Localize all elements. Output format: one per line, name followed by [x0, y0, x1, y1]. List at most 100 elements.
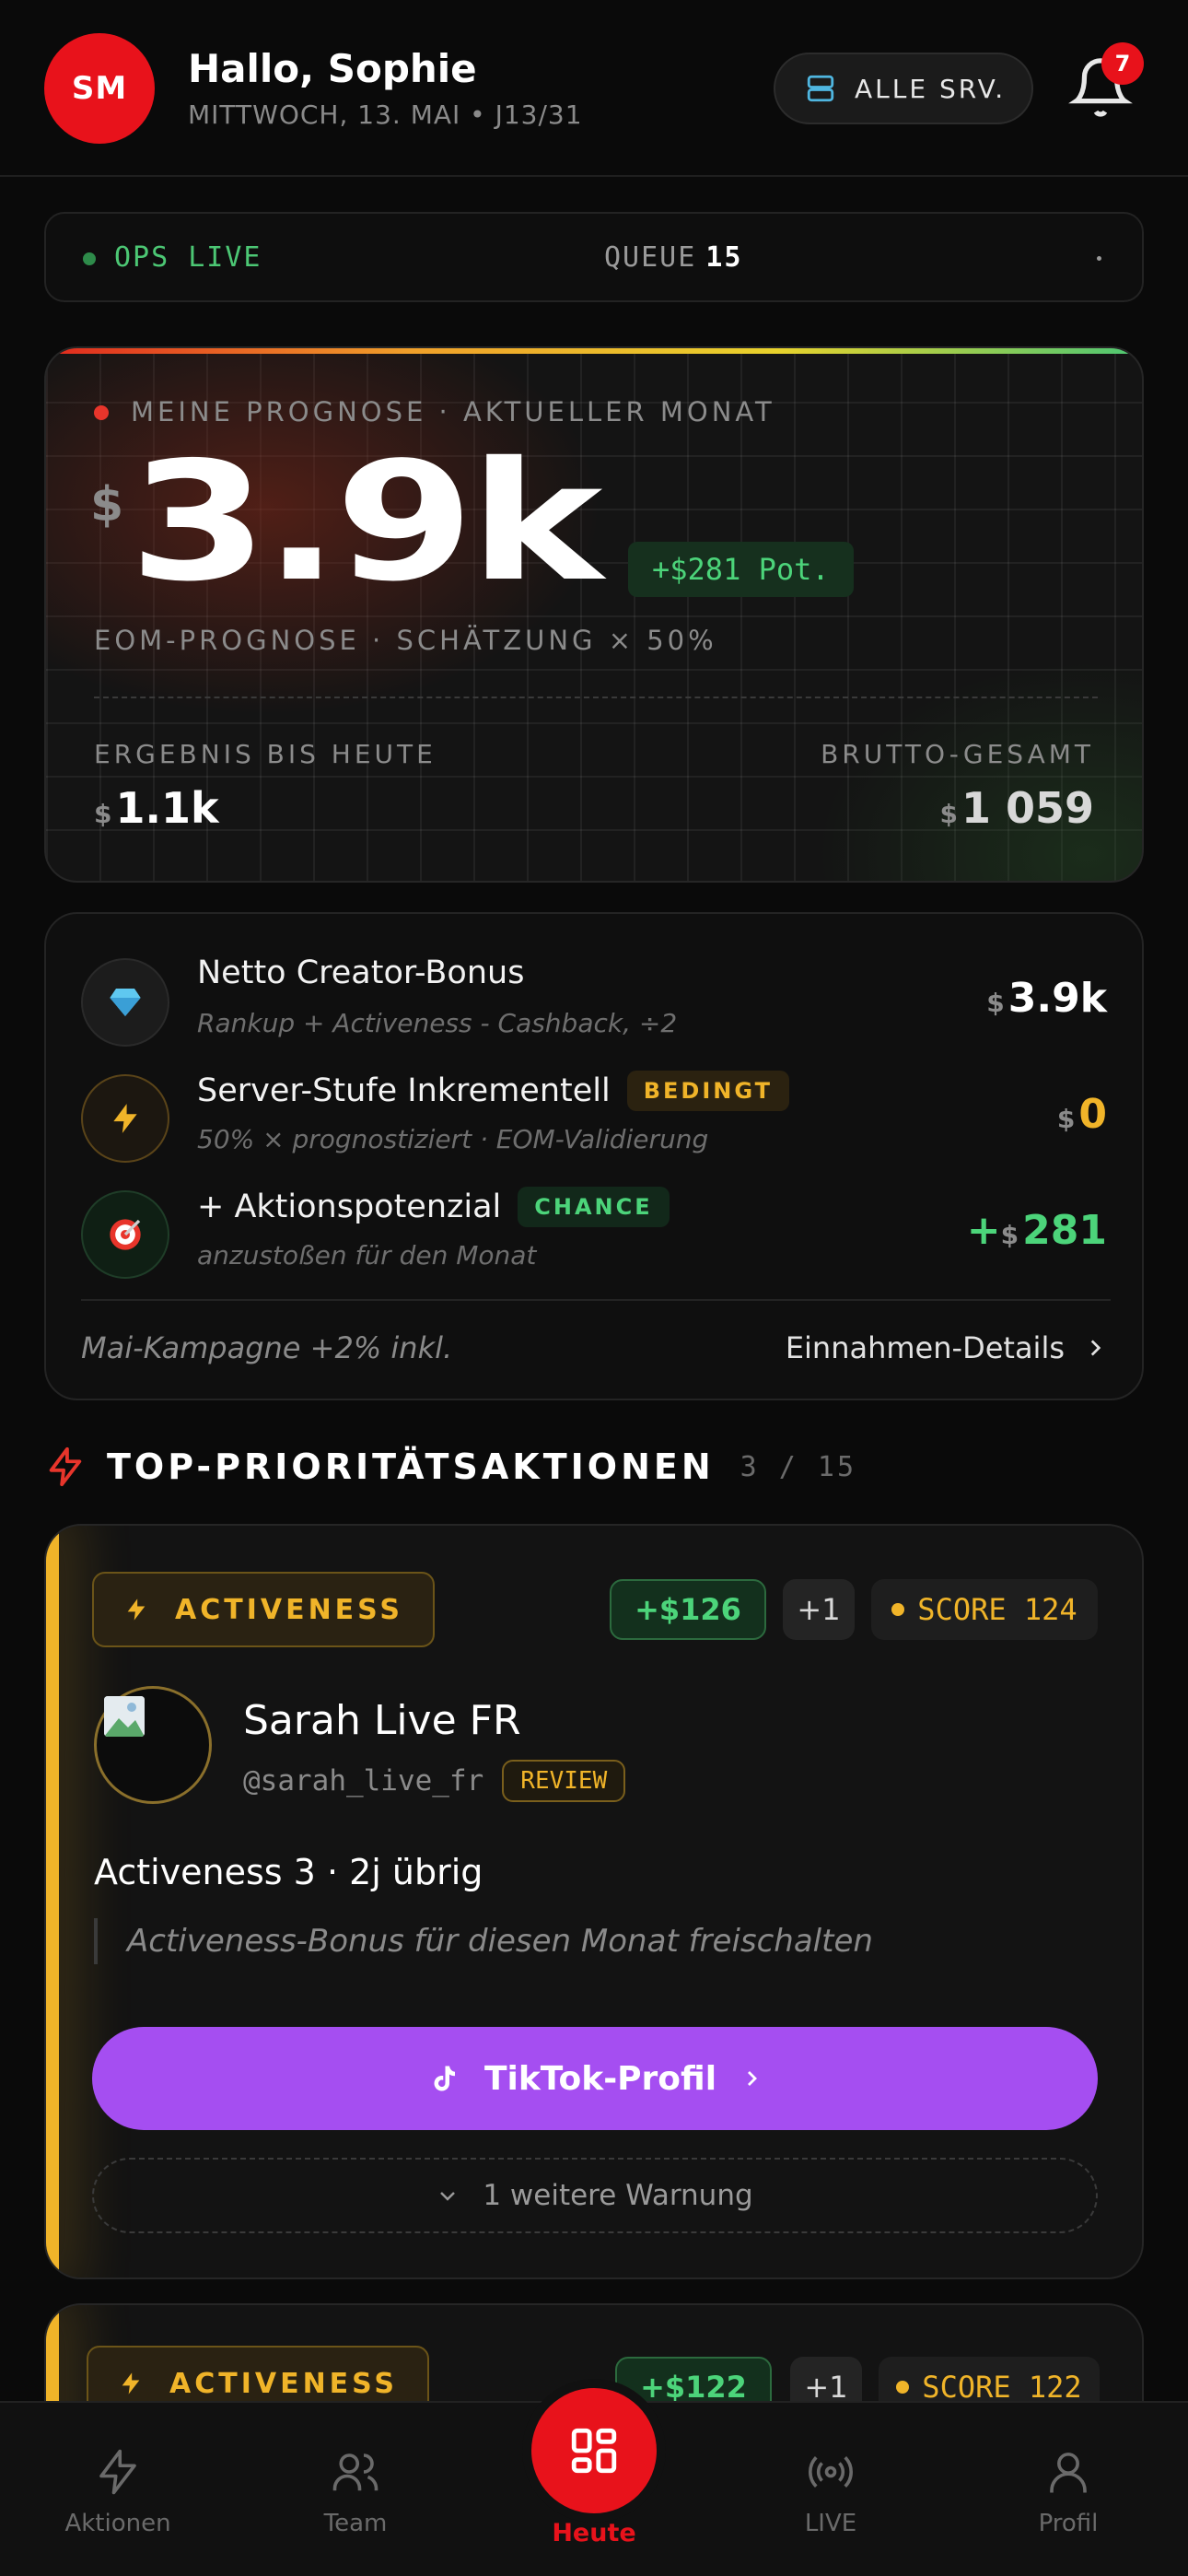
diamond-icon [81, 958, 169, 1047]
score-label: SCORE 122 [922, 2370, 1082, 2405]
priority-stripe [46, 1526, 59, 2277]
bonus-title: + Aktionspotenzial CHANCE [197, 1187, 670, 1227]
users-icon [332, 2453, 379, 2491]
bonus-row-net-creator[interactable]: Netto Creator-Bonus Rankup + Activeness … [46, 949, 1142, 1050]
broadcast-icon [809, 2455, 853, 2488]
bonus-currency: $ [1056, 1104, 1076, 1134]
gross-currency: $ [939, 799, 958, 829]
bonus-title-text: Netto Creator-Bonus [197, 954, 525, 991]
nav-label: LIVE [804, 2510, 857, 2537]
category-tag: ACTIVENESS [92, 1572, 436, 1647]
bonus-value: $0 [1057, 1091, 1107, 1138]
action-headline: Activeness 3 · 2j übrig [94, 1852, 483, 1892]
bonus-currency: $ [986, 988, 1005, 1018]
conditional-tag: BEDINGT [626, 1071, 789, 1111]
server-icon [807, 75, 834, 102]
user-icon [1050, 2453, 1087, 2493]
chance-tag: CHANCE [518, 1187, 670, 1227]
nav-item-profile[interactable]: Profil [976, 2403, 1160, 2576]
score-badge: SCORE 124 [871, 1579, 1098, 1640]
live-dot [83, 252, 96, 265]
nav-item-today[interactable] [531, 2388, 657, 2513]
lightning-icon [99, 2449, 136, 2495]
user-avatar[interactable]: SM [44, 33, 155, 144]
forecast-divider [94, 697, 1098, 698]
bonus-value: $3.9k [986, 975, 1107, 1022]
queue-value: 15 [705, 241, 743, 274]
creator-avatar[interactable] [94, 1686, 212, 1804]
nav-label: Profil [1038, 2510, 1099, 2537]
bonus-divider [81, 1299, 1111, 1301]
money-badge: +$126 [610, 1579, 766, 1640]
nav-label-today: Heute [552, 2519, 636, 2547]
ops-status-bar: OPS LIVE QUEUE 15 [44, 212, 1144, 302]
section-title: TOP-PRIORITÄTSAKTIONEN [107, 1446, 715, 1487]
priority-actions-header: TOP-PRIORITÄTSAKTIONEN 3 / 15 [44, 1439, 856, 1494]
section-count: 3 / 15 [740, 1450, 857, 1483]
more-warnings-toggle[interactable]: 1 weitere Warnung [92, 2158, 1098, 2233]
nav-item-live[interactable]: LIVE [739, 2403, 923, 2576]
result-amount: 1.1k [115, 783, 219, 833]
score-dot [891, 1603, 905, 1616]
nav-item-team[interactable]: Team [263, 2403, 448, 2576]
gross-label: BRUTTO-GESAMT [821, 739, 1094, 769]
result-currency: $ [94, 799, 112, 829]
chevron-down-icon [440, 2192, 456, 2201]
bonus-row-action-potential[interactable]: + Aktionspotenzial CHANCE anzustoßen für … [46, 1181, 1142, 1282]
action-card[interactable]: ACTIVENESS +$126 +1 SCORE 124 Sarah Live… [44, 1524, 1144, 2279]
tiktok-icon [434, 2066, 455, 2091]
forecast-potential-badge: +$281 Pot. [628, 542, 854, 597]
gross-value: $1 059 [939, 783, 1094, 833]
bonus-value: +$281 [967, 1207, 1107, 1254]
bonus-title-text: Server-Stufe Inkrementell [197, 1072, 611, 1109]
broken-image-icon [104, 1696, 145, 1737]
bonus-currency: $ [1000, 1220, 1019, 1250]
queue-counter: QUEUE 15 [604, 241, 742, 274]
lightning-icon [81, 1074, 169, 1163]
queue-label: QUEUE [604, 241, 697, 274]
nav-item-actions[interactable]: Aktionen [26, 2403, 210, 2576]
forecast-card[interactable]: MEINE PROGNOSE · AKTUELLER MONAT $ 3.9k … [44, 346, 1144, 883]
forecast-value: 3.9k [129, 427, 602, 617]
result-label: ERGEBNIS BIS HEUTE [94, 739, 437, 769]
target-icon [81, 1190, 169, 1279]
dashboard-icon [571, 2428, 617, 2474]
nav-label: Team [323, 2510, 388, 2537]
bonus-breakdown-card: Netto Creator-Bonus Rankup + Activeness … [44, 912, 1144, 1400]
revenue-details-label: Einnahmen-Details [785, 1330, 1065, 1365]
result-value: $1.1k [94, 783, 219, 833]
action-description: Activeness-Bonus für diesen Monat freisc… [94, 1918, 873, 1964]
bonus-amount: 281 [1022, 1207, 1107, 1254]
ops-live-label: OPS LIVE [114, 241, 262, 274]
date-label: MITTWOCH, 13. MAI • J13/31 [188, 100, 583, 130]
forecast-dot [94, 405, 109, 420]
score-dot [896, 2381, 910, 2394]
plus-badge: +1 [783, 1579, 855, 1640]
lightning-icon [127, 1598, 146, 1621]
chevron-right-icon [1090, 1340, 1101, 1356]
forecast-gradient-bar [46, 348, 1142, 354]
tiktok-profile-button[interactable]: TikTok-Profil [92, 2027, 1098, 2130]
app-header: SM Hallo, Sophie MITTWOCH, 13. MAI • J13… [0, 0, 1188, 177]
creator-handle: @sarah_live_fr [243, 1764, 484, 1797]
forecast-subtitle: EOM-PROGNOSE · SCHÄTZUNG × 50% [94, 625, 717, 656]
lightning-icon [122, 2372, 140, 2395]
server-filter-button[interactable]: ALLE SRV. [774, 53, 1033, 124]
more-warnings-label: 1 weitere Warnung [483, 2179, 753, 2212]
bonus-prefix: + [966, 1207, 1001, 1254]
forecast-currency: $ [90, 477, 124, 533]
score-label: SCORE 124 [917, 1592, 1077, 1627]
notification-badge: 7 [1101, 42, 1144, 85]
ops-indicator [1097, 256, 1101, 261]
bonus-row-server-tier[interactable]: Server-Stufe Inkrementell BEDINGT 50% × p… [46, 1065, 1142, 1166]
forecast-label: MEINE PROGNOSE · AKTUELLER MONAT [131, 396, 775, 427]
bonus-subtitle: Rankup + Activeness - Cashback, ÷2 [197, 1008, 678, 1038]
chevron-right-icon [748, 2071, 758, 2086]
greeting: Hallo, Sophie [188, 46, 477, 91]
category-label: ACTIVENESS [175, 1593, 404, 1626]
bonus-title: Netto Creator-Bonus [197, 954, 524, 991]
bonus-amount: 0 [1078, 1091, 1107, 1138]
category-label: ACTIVENESS [169, 2367, 399, 2400]
bonus-subtitle: anzustoßen für den Monat [197, 1240, 537, 1270]
revenue-details-link[interactable]: Einnahmen-Details [786, 1330, 1107, 1365]
